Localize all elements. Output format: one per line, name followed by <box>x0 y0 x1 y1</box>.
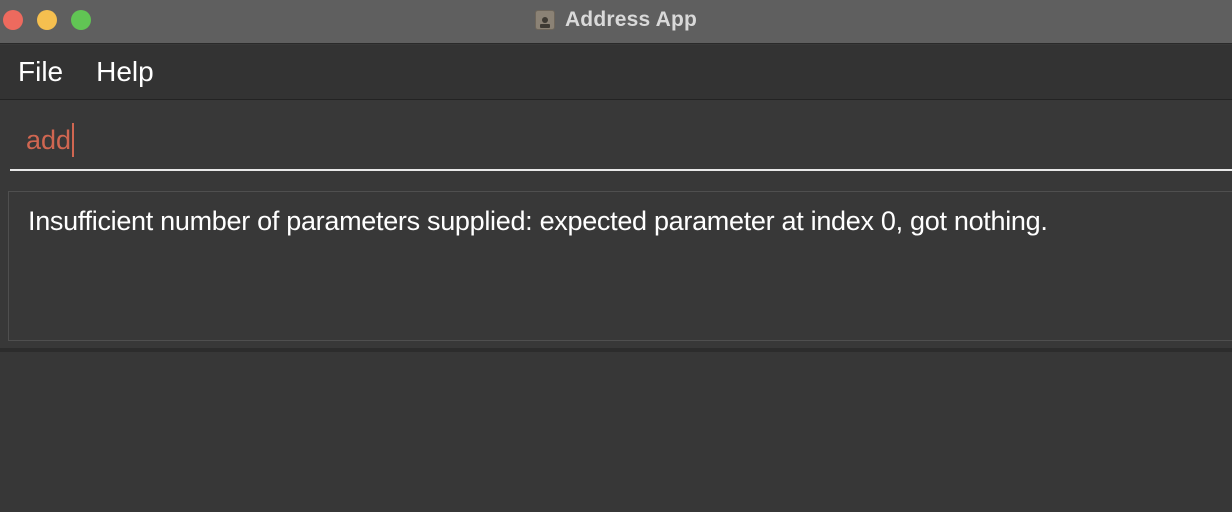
window-title: Address App <box>564 8 698 31</box>
command-input[interactable]: add <box>10 111 1232 171</box>
menu-file[interactable]: File <box>0 56 63 88</box>
text-caret <box>72 123 75 157</box>
result-message: Insufficient number of parameters suppli… <box>28 206 1048 236</box>
person-list-panel <box>0 352 1232 512</box>
command-input-text: add <box>26 124 72 155</box>
app-window: Address App File Help add Insufficient n… <box>0 0 1232 512</box>
command-box-area: add <box>0 101 1232 179</box>
result-display: Insufficient number of parameters suppli… <box>8 191 1232 341</box>
menu-bar: File Help <box>0 45 1232 100</box>
menu-help[interactable]: Help <box>78 56 154 88</box>
window-title-group: Address App <box>0 0 1232 40</box>
address-book-icon <box>534 10 555 30</box>
title-bar[interactable]: Address App <box>0 0 1232 44</box>
